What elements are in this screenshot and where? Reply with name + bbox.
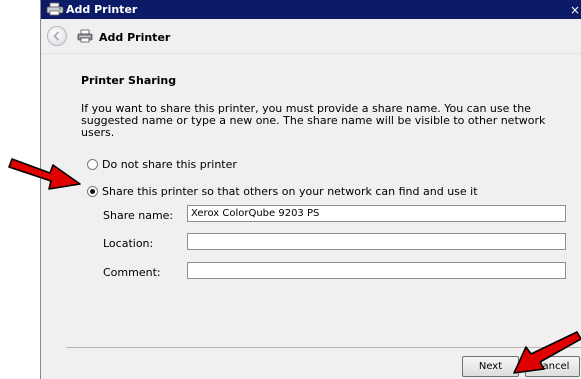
sharing-description: If you want to share this printer, you m… <box>81 102 546 139</box>
back-arrow-icon <box>53 31 60 41</box>
add-printer-window: Add Printer × Add Printer Printer Sharin… <box>40 0 581 379</box>
do-not-share-radio[interactable] <box>87 159 98 170</box>
annotation-arrow-icon <box>513 331 581 374</box>
share-printer-radio[interactable] <box>87 186 98 197</box>
share-printer-label[interactable]: Share this printer so that others on you… <box>102 185 478 198</box>
comment-label: Comment: <box>103 266 161 279</box>
header-divider <box>41 53 581 54</box>
location-label: Location: <box>103 237 154 250</box>
wizard-title: Add Printer <box>99 31 171 44</box>
close-button[interactable]: × <box>569 3 581 17</box>
printer-icon <box>46 2 64 16</box>
share-name-label: Share name: <box>103 209 174 222</box>
share-name-input[interactable] <box>187 205 566 222</box>
do-not-share-label[interactable]: Do not share this printer <box>102 158 237 171</box>
printer-icon <box>77 29 93 43</box>
comment-input[interactable] <box>187 262 566 279</box>
location-input[interactable] <box>187 233 566 250</box>
annotation-arrow-icon <box>8 158 81 190</box>
window-title: Add Printer <box>66 3 138 16</box>
back-button[interactable] <box>47 26 67 46</box>
footer-divider <box>66 347 581 348</box>
navigation-bar: Add Printer <box>41 19 581 53</box>
section-title: Printer Sharing <box>81 74 177 87</box>
title-bar[interactable]: Add Printer × <box>41 0 581 19</box>
